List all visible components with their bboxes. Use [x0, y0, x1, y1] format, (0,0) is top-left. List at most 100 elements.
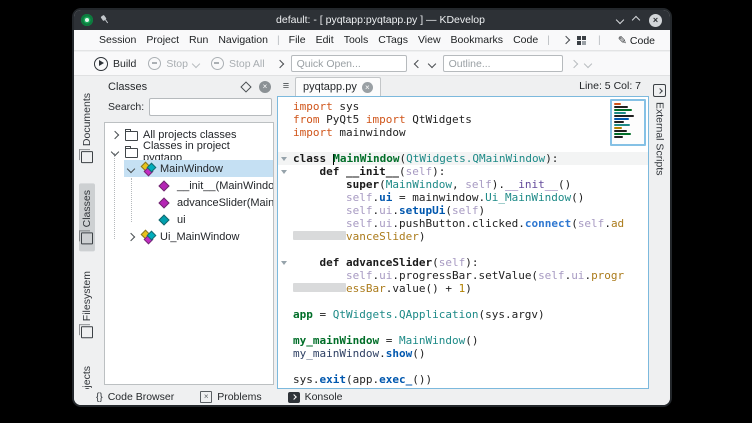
- prev-icon[interactable]: [413, 59, 421, 67]
- sidebar-tab-documents[interactable]: Documents: [79, 86, 95, 170]
- filesystem-icon: [81, 327, 93, 339]
- maximize-button[interactable]: [633, 17, 639, 23]
- wrap-indent-marker: [293, 231, 346, 240]
- code-line[interactable]: essBar.value() + 1): [278, 282, 648, 295]
- editor-tabbar: ≡ pyqtapp.py × Line: 5 Col: 7: [277, 76, 649, 96]
- code-line-text: self.ui.setupUi(self): [293, 204, 485, 217]
- document-switcher-icon[interactable]: ≡: [277, 80, 295, 92]
- window-controls: ×: [570, 14, 670, 27]
- menu-edit[interactable]: Edit: [311, 34, 339, 46]
- maximize-icon: [632, 16, 640, 24]
- toolview-button-code-browser[interactable]: {}Code Browser: [96, 391, 174, 403]
- tree-item-classes-in-project-pyqtapp[interactable]: Classes in project pyqtapp: [105, 143, 273, 160]
- fold-gutter: [278, 295, 293, 308]
- quick-open-dropdown-icon[interactable]: [427, 59, 435, 67]
- close-button[interactable]: ×: [649, 14, 662, 27]
- code-line[interactable]: vanceSlider): [278, 230, 648, 243]
- collapse-icon[interactable]: [126, 166, 136, 172]
- code-area-label: Code: [630, 35, 655, 47]
- editor-tab-pyqtapp[interactable]: pyqtapp.py ×: [295, 77, 381, 96]
- menu-code-area-button[interactable]: ✎ Code: [613, 34, 660, 47]
- quick-open-input[interactable]: [291, 55, 407, 72]
- code-line[interactable]: self.ui.setupUi(self): [278, 204, 648, 217]
- code-line[interactable]: app = QtWidgets.QApplication(sys.argv): [278, 308, 648, 321]
- classes-search-input[interactable]: [149, 98, 272, 116]
- sidebar-tab-filesystem[interactable]: Filesystem: [79, 264, 95, 345]
- code-line[interactable]: [278, 243, 648, 256]
- menu-file[interactable]: File: [284, 34, 311, 46]
- editor-column: ≡ pyqtapp.py × Line: 5 Col: 7 import sys…: [277, 76, 649, 389]
- editor-tab-label: pyqtapp.py: [303, 81, 357, 93]
- sidebar-tab-classes[interactable]: Classes: [79, 183, 95, 251]
- line-col-indicator: Line: 5 Col: 7: [579, 80, 649, 92]
- code-line[interactable]: [278, 295, 648, 308]
- tree-item-ui[interactable]: ui: [105, 211, 273, 228]
- tree-item-mainwindow[interactable]: MainWindow: [105, 160, 273, 177]
- detach-icon[interactable]: [240, 81, 251, 92]
- code-line[interactable]: class MainWindow(QtWidgets.QMainWindow):: [278, 152, 648, 165]
- menu-view[interactable]: View: [413, 34, 446, 46]
- fold-marker[interactable]: [278, 152, 293, 165]
- menu-code[interactable]: Code: [508, 34, 543, 46]
- expand-icon[interactable]: [110, 132, 120, 138]
- code-line[interactable]: self.ui = mainwindow.Ui_MainWindow(): [278, 191, 648, 204]
- code-line[interactable]: my_mainWindow = MainWindow(): [278, 334, 648, 347]
- code-line[interactable]: self.ui.progressBar.setValue(self.ui.pro…: [278, 269, 648, 282]
- minimize-button[interactable]: [617, 17, 623, 23]
- code-line[interactable]: super(MainWindow, self).__init__(): [278, 178, 648, 191]
- fold-gutter: [278, 230, 293, 243]
- tree-item--init-mainwindow-[interactable]: __init__(MainWindow): [105, 177, 273, 194]
- menu-ctags[interactable]: CTags: [373, 34, 413, 46]
- code-line[interactable]: self.ui.pushButton.clicked.connect(self.…: [278, 217, 648, 230]
- expand-icon[interactable]: [126, 234, 136, 240]
- outline-dropdown-icon[interactable]: [583, 59, 591, 67]
- menu-session[interactable]: Session: [94, 34, 141, 46]
- folder-icon: [125, 148, 138, 158]
- stop-button[interactable]: Stop: [142, 57, 205, 70]
- tree-item-advanceslider-mainwindow-[interactable]: advanceSlider(MainWindow): [105, 194, 273, 211]
- tab-external-scripts[interactable]: External Scripts: [653, 84, 666, 176]
- titlebar[interactable]: default: - [ pyqtapp:pyqtapp.py ] — KDev…: [74, 10, 670, 30]
- code-line[interactable]: import sys: [278, 100, 648, 113]
- menu-project[interactable]: Project: [141, 34, 184, 46]
- classes-tree: All projects classesClasses in project p…: [105, 123, 273, 245]
- code-line[interactable]: import mainwindow: [278, 126, 648, 139]
- toolview-button-problems[interactable]: ×Problems: [200, 391, 261, 403]
- code-line[interactable]: [278, 321, 648, 334]
- next-icon[interactable]: [569, 59, 577, 67]
- toolbar-overflow-icon[interactable]: [562, 36, 570, 44]
- code-line[interactable]: from PyQt5 import QtWidgets: [278, 113, 648, 126]
- toolview-button-konsole[interactable]: Konsole: [288, 391, 343, 403]
- build-button[interactable]: Build: [88, 57, 142, 71]
- classes-panel-title: Classes: [108, 81, 147, 93]
- left-dock-tabbar: DocumentsClassesFilesystemProjects: [74, 76, 100, 389]
- area-switcher-icon[interactable]: [577, 36, 586, 45]
- stop-dropdown-icon[interactable]: [192, 59, 200, 67]
- fold-gutter: [278, 204, 293, 217]
- stop-all-label: Stop All: [229, 58, 265, 70]
- code-line[interactable]: sys.exit(app.exec_()): [278, 373, 648, 386]
- code-line[interactable]: [278, 360, 648, 373]
- fold-marker[interactable]: [278, 165, 293, 178]
- collapse-icon[interactable]: [110, 149, 120, 155]
- code-editor[interactable]: import sysfrom PyQt5 import QtWidgetsimp…: [277, 96, 649, 389]
- tree-item-ui-mainwindow[interactable]: Ui_MainWindow: [105, 228, 273, 245]
- outline-input[interactable]: [443, 55, 563, 72]
- menu-tools[interactable]: Tools: [339, 34, 374, 46]
- fold-marker[interactable]: [278, 256, 293, 269]
- code-line[interactable]: my_mainWindow.show(): [278, 347, 648, 360]
- menu-run[interactable]: Run: [184, 34, 213, 46]
- pin-icon[interactable]: [98, 13, 112, 27]
- stop-all-icon: [211, 57, 224, 70]
- panel-close-button[interactable]: ×: [259, 81, 271, 93]
- tab-close-icon[interactable]: ×: [362, 82, 373, 93]
- menu-bookmarks[interactable]: Bookmarks: [446, 34, 509, 46]
- code-line[interactable]: [278, 139, 648, 152]
- tree-item-label: Ui_MainWindow: [160, 231, 239, 243]
- menu-navigation[interactable]: Navigation: [213, 34, 273, 46]
- stop-all-button[interactable]: Stop All: [205, 57, 271, 70]
- tree-item-content: ui: [140, 211, 273, 228]
- scrollbar-minimap[interactable]: [610, 99, 646, 146]
- code-line[interactable]: def __init__(self):: [278, 165, 648, 178]
- code-line[interactable]: def advanceSlider(self):: [278, 256, 648, 269]
